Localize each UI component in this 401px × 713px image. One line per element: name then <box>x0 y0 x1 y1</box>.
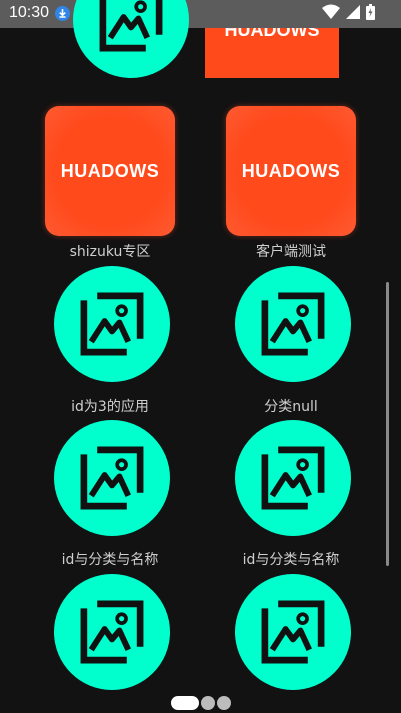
app-tile-shizuku[interactable]: HUADOWS <box>45 106 175 236</box>
page-indicator <box>171 696 231 710</box>
page-dot[interactable] <box>201 696 215 710</box>
status-bar: 10:30 <box>0 0 401 28</box>
app-label[interactable]: shizuku专区 <box>20 241 200 261</box>
download-notification-icon <box>55 6 70 21</box>
app-icon-placeholder[interactable] <box>54 266 170 382</box>
image-placeholder-icon <box>80 292 144 356</box>
app-label[interactable]: id与分类与名称 <box>201 549 381 569</box>
app-icon-placeholder[interactable] <box>235 420 351 536</box>
app-icon-placeholder[interactable] <box>235 574 351 690</box>
tile-text: HUADOWS <box>60 160 160 181</box>
image-placeholder-icon <box>80 600 144 664</box>
image-placeholder-icon <box>261 292 325 356</box>
app-icon-placeholder[interactable] <box>54 574 170 690</box>
scrollbar[interactable] <box>386 282 389 566</box>
status-time: 10:30 <box>9 4 50 21</box>
app-icon-placeholder[interactable] <box>54 420 170 536</box>
page-dot-active[interactable] <box>171 696 199 710</box>
image-placeholder-icon <box>99 0 163 52</box>
app-label[interactable]: 客户端测试 <box>201 241 381 261</box>
app-tile-partial[interactable]: HUADOWS <box>205 28 339 78</box>
image-placeholder-icon <box>80 446 144 510</box>
app-label[interactable]: id与分类与名称 <box>20 549 200 569</box>
app-icon-placeholder[interactable] <box>235 266 351 382</box>
app-icon-placeholder[interactable] <box>73 0 189 78</box>
tile-text: HUADOWS <box>224 28 320 40</box>
image-placeholder-icon <box>261 446 325 510</box>
app-label[interactable]: 分类null <box>201 396 381 416</box>
signal-icon <box>346 5 360 19</box>
app-label[interactable]: id为3的应用 <box>20 396 200 416</box>
battery-icon <box>366 4 375 20</box>
app-tile-client-test[interactable]: HUADOWS <box>226 106 356 236</box>
wifi-icon <box>322 4 340 19</box>
page-dot[interactable] <box>217 696 231 710</box>
tile-text: HUADOWS <box>241 160 341 181</box>
image-placeholder-icon <box>261 600 325 664</box>
